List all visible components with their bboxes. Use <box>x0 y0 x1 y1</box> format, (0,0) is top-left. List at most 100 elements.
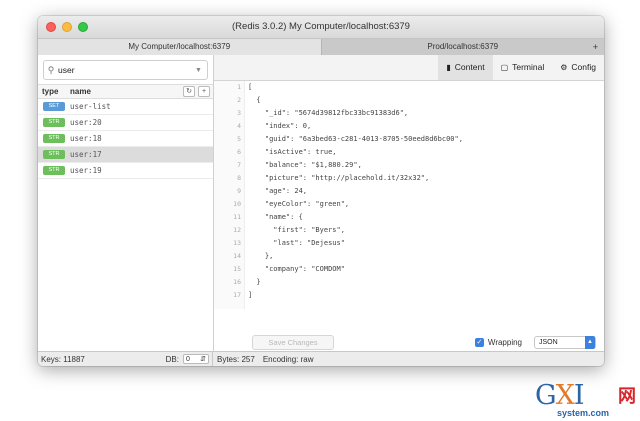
code-line[interactable]: "name": { <box>248 211 604 224</box>
line-number: 4 <box>237 122 241 130</box>
checkbox-checked-icon[interactable]: ✓ <box>474 337 484 347</box>
column-type[interactable]: type <box>38 87 70 96</box>
line-number: 2 <box>237 96 241 104</box>
list-item[interactable]: STR user:18 <box>38 131 213 147</box>
tab-label: Content <box>454 62 485 72</box>
window-title: (Redis 3.0.2) My Computer/localhost:6379 <box>232 21 410 32</box>
tab-config[interactable]: ⚙ Config <box>552 55 604 80</box>
format-select[interactable]: JSON ▲︎ <box>534 335 596 349</box>
format-value: JSON <box>539 338 558 346</box>
wrapping-label: Wrapping <box>487 337 522 347</box>
line-number: 6 <box>237 148 241 156</box>
type-badge: SET <box>43 102 65 111</box>
code-line[interactable]: "_id": "5674d39812fbc33bc91383d6", <box>248 107 604 120</box>
chevron-down-icon[interactable]: ▼ <box>195 67 207 74</box>
search-box: ⚲ ▼ <box>43 60 208 80</box>
line-number: 16 <box>233 278 241 286</box>
code-line[interactable]: ] <box>248 289 604 302</box>
type-badge: STR <box>43 150 65 159</box>
watermark-i: I <box>573 380 585 411</box>
db-select[interactable]: 0 ⇵ <box>183 354 209 364</box>
code-line[interactable]: } <box>248 276 604 289</box>
code-line[interactable]: "company": "COMDOM" <box>248 263 604 276</box>
code-line[interactable]: "isActive": true, <box>248 146 604 159</box>
refresh-icon[interactable]: ↻ <box>183 86 195 97</box>
line-number-gutter: 1 2 3 4 5 6 7 8 9 10 11 12 13 14 15 16 17 <box>214 81 245 309</box>
chevron-updown-icon: ▲︎ <box>585 335 595 349</box>
save-changes-button[interactable]: Save Changes <box>252 334 334 350</box>
key-name: user:20 <box>70 118 102 127</box>
watermark-x: X <box>555 380 575 411</box>
window-controls <box>46 22 88 32</box>
code-line[interactable]: "first": "Byers", <box>248 224 604 237</box>
wrapping-toggle[interactable]: ✓ Wrapping <box>474 337 522 347</box>
line-number: 1 <box>237 83 241 91</box>
status-left: Keys: 11887 DB: 0 ⇵ <box>38 352 213 366</box>
bytes-info: Bytes: 257 <box>217 354 255 364</box>
encoding-info: Encoding: raw <box>262 354 314 364</box>
list-item[interactable]: STR user:17 <box>38 147 213 163</box>
editor-footer: Save Changes ✓ Wrapping JSON ▲︎ <box>214 332 604 352</box>
close-window-button[interactable] <box>46 22 56 32</box>
list-item[interactable]: STR user:20 <box>38 115 213 131</box>
document-icon: ▮ <box>446 63 451 72</box>
key-name: user-list <box>70 102 111 111</box>
key-list: SET user-list STR user:20 STR user:18 ST… <box>38 99 213 179</box>
key-sidebar: ⚲ ▼ type name ↻ + SET user-list STR user… <box>38 55 214 352</box>
line-number: 7 <box>237 161 241 169</box>
code-line[interactable]: "index": 0, <box>248 120 604 133</box>
detail-pane: ▮ Content ▢ Terminal ⚙ Config 1 2 3 4 5 6 7 8 9 1… <box>214 55 604 352</box>
add-key-button[interactable]: + <box>198 86 210 97</box>
minimize-window-button[interactable] <box>62 22 72 32</box>
line-number: 14 <box>233 252 241 260</box>
line-number: 10 <box>233 200 241 208</box>
code-line[interactable]: "balance": "$1,880.29", <box>248 159 604 172</box>
type-badge: STR <box>43 166 65 175</box>
line-number: 9 <box>237 187 241 195</box>
status-right: Bytes: 257 Encoding: raw <box>213 355 314 364</box>
code-line[interactable]: "eyeColor": "green", <box>248 198 604 211</box>
db-value: 0 <box>186 356 190 363</box>
code-line[interactable]: "age": 24, <box>248 185 604 198</box>
watermark-g: G <box>535 380 557 411</box>
key-name: user:18 <box>70 134 102 143</box>
line-number: 8 <box>237 174 241 182</box>
code-line[interactable]: }, <box>248 250 604 263</box>
line-number: 5 <box>237 135 241 143</box>
type-badge: STR <box>43 118 65 127</box>
status-bar: Keys: 11887 DB: 0 ⇵ Bytes: 257 Encoding:… <box>38 351 604 366</box>
keys-count: Keys: 11887 <box>41 354 85 364</box>
line-number: 3 <box>237 109 241 117</box>
terminal-icon: ▢ <box>500 63 509 72</box>
add-tab-button[interactable]: + <box>593 39 598 55</box>
maximize-window-button[interactable] <box>78 22 88 32</box>
list-item[interactable]: STR user:19 <box>38 163 213 179</box>
line-number: 15 <box>233 265 241 273</box>
view-toolbar: ▮ Content ▢ Terminal ⚙ Config <box>214 55 604 81</box>
tab-my-computer[interactable]: My Computer/localhost:6379 <box>38 39 321 55</box>
code-line[interactable]: "last": "Dejesus" <box>248 237 604 250</box>
code-line[interactable]: "guid": "6a3bed63-c281-4013-8705-50eed8d… <box>248 133 604 146</box>
watermark-domain: system.com <box>557 408 610 418</box>
tab-label: Prod/localhost:6379 <box>427 42 499 51</box>
list-item[interactable]: SET user-list <box>38 99 213 115</box>
code-line[interactable]: "picture": "http://placehold.it/32x32", <box>248 172 604 185</box>
key-name: user:17 <box>70 150 102 159</box>
watermark-logo: GXI 网 system.com <box>533 378 638 420</box>
title-bar: (Redis 3.0.2) My Computer/localhost:6379 <box>38 16 604 39</box>
code-line[interactable]: [ <box>248 81 604 94</box>
main-area: ⚲ ▼ type name ↻ + SET user-list STR user… <box>38 55 604 352</box>
value-editor[interactable]: 1 2 3 4 5 6 7 8 9 10 11 12 13 14 15 16 17 [ { "_id": "56… <box>214 81 604 309</box>
code-line[interactable]: { <box>248 94 604 107</box>
key-list-header: type name ↻ + <box>38 84 213 99</box>
type-badge: STR <box>43 134 65 143</box>
tab-prod[interactable]: Prod/localhost:6379 + <box>320 39 604 55</box>
app-window: (Redis 3.0.2) My Computer/localhost:6379… <box>38 16 604 366</box>
search-input[interactable] <box>58 65 195 75</box>
key-name: user:19 <box>70 166 102 175</box>
tab-label: My Computer/localhost:6379 <box>128 42 231 51</box>
column-name[interactable]: name <box>70 87 183 96</box>
tab-terminal[interactable]: ▢ Terminal <box>493 55 553 80</box>
tab-content[interactable]: ▮ Content <box>438 55 493 80</box>
code-area[interactable]: [ { "_id": "5674d39812fbc33bc91383d6", "… <box>248 81 604 302</box>
